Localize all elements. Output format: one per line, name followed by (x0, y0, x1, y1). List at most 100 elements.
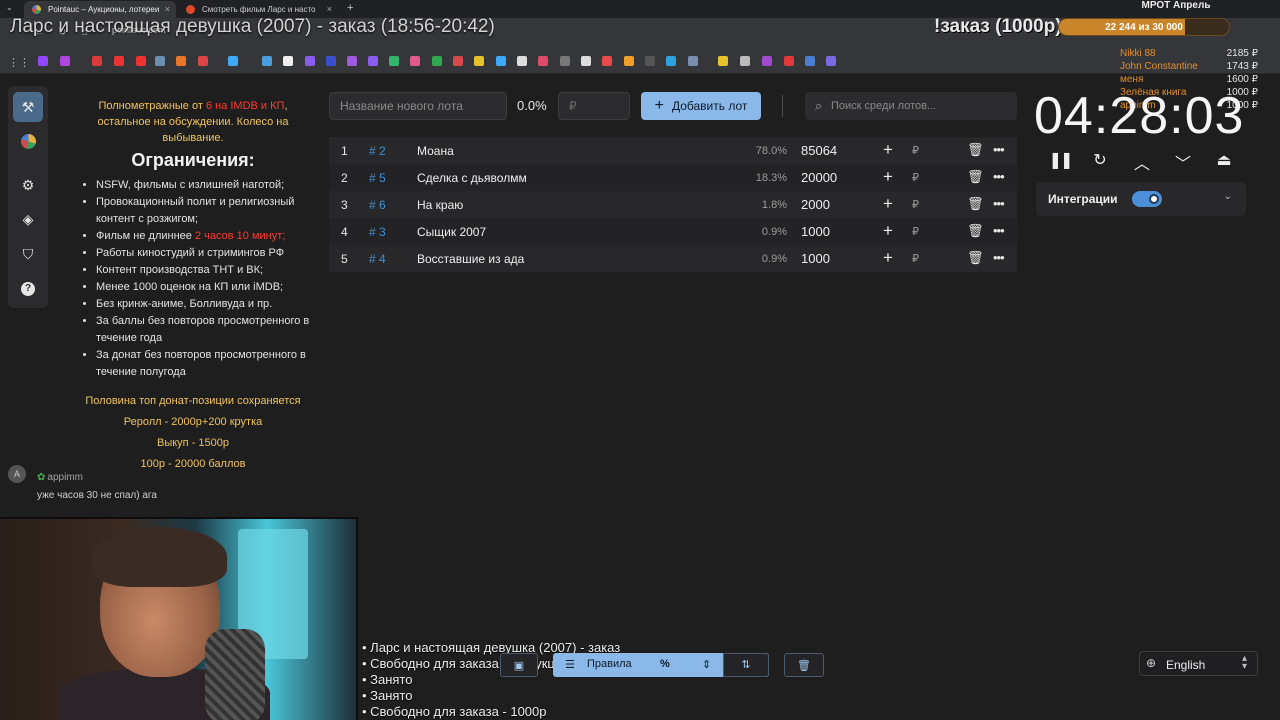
search-input[interactable] (831, 92, 1011, 120)
new-lot-name-input[interactable] (329, 92, 507, 120)
apps-grid-icon[interactable]: ⋮⋮ (8, 56, 30, 69)
add-lot-button[interactable]: + Добавить лот (641, 92, 761, 120)
sidebar-item-auction[interactable]: ⚒ (13, 92, 43, 122)
lot-amount[interactable]: 2000 (801, 197, 830, 212)
table-row[interactable]: 5 # 4 Восставшие из ада 0.9% 1000 + ₽ 🗑 … (329, 245, 1017, 272)
donor-row: John Constantine 1743 ₽ (1120, 60, 1270, 73)
bookmark-icon[interactable] (496, 56, 506, 66)
youtube-bookmark-icon[interactable] (136, 56, 146, 66)
split-icon[interactable]: ⇕ (702, 658, 711, 671)
bookmark-icon[interactable] (740, 56, 750, 66)
bookmark-icon[interactable] (581, 56, 591, 66)
clear-lots-button[interactable]: 🗑 (784, 653, 824, 677)
lot-title[interactable]: Моана (417, 144, 454, 158)
bookmark-icon[interactable] (718, 56, 728, 66)
more-icon[interactable]: ••• (993, 223, 1005, 238)
lot-title[interactable]: Сыщик 2007 (417, 225, 486, 239)
bookmark-icon[interactable] (326, 56, 336, 66)
table-row[interactable]: 3 # 6 На краю 1.8% 2000 + ₽ 🗑 ••• (329, 191, 1017, 218)
new-tab-icon[interactable]: + (347, 2, 353, 14)
bookmark-icon[interactable] (453, 56, 463, 66)
lot-amount[interactable]: 1000 (801, 224, 830, 239)
add-amount-icon[interactable]: + (883, 248, 893, 268)
percent-button[interactable]: % (660, 658, 670, 670)
rules-button[interactable]: Правила (587, 658, 632, 670)
sort-button[interactable]: ⇅ (723, 653, 769, 677)
bookmark-icon[interactable] (688, 56, 698, 66)
trash-icon[interactable]: 🗑 (967, 250, 984, 266)
add-amount-icon[interactable]: + (883, 194, 893, 214)
bookmark-icon[interactable] (368, 56, 378, 66)
sidebar-item-help[interactable]: ? (13, 274, 43, 304)
lot-title[interactable]: На краю (417, 198, 463, 212)
sidebar-item-wheel[interactable] (13, 126, 43, 156)
close-icon[interactable]: × (165, 4, 170, 14)
mail-bookmark-icon[interactable] (176, 56, 186, 66)
bookmark-icon[interactable] (645, 56, 655, 66)
sidebar-item-security[interactable]: ⛉ (13, 239, 43, 269)
sidebar-item-settings[interactable]: ⚙ (13, 170, 43, 200)
chevron-down-icon[interactable]: ﹀ (1171, 150, 1195, 174)
bookmark-icon[interactable] (560, 56, 570, 66)
bookmark-icon[interactable] (92, 56, 102, 66)
rule-item: Контент производства ТНТ и ВК; (96, 262, 310, 279)
integrations-toggle[interactable] (1132, 191, 1162, 207)
lot-title[interactable]: Сделка с дьяволмм (417, 171, 527, 185)
bookmark-icon[interactable] (305, 56, 315, 66)
bookmark-icon[interactable] (262, 56, 272, 66)
more-icon[interactable]: ••• (993, 250, 1005, 265)
close-icon[interactable]: × (327, 4, 332, 14)
chevron-down-icon[interactable]: ⌄ (1224, 191, 1232, 202)
integrations-panel[interactable]: Интеграции ⌄ (1036, 182, 1246, 216)
lot-amount[interactable]: 85064 (801, 143, 837, 158)
trash-icon[interactable]: 🗑 (967, 142, 984, 158)
tab-search-icon[interactable]: ⌄ (6, 3, 13, 12)
bookmark-icon[interactable] (826, 56, 836, 66)
bookmark-icon[interactable] (602, 56, 612, 66)
trash-icon[interactable]: 🗑 (967, 223, 984, 239)
bookmark-icon[interactable] (624, 56, 634, 66)
youtube-bookmark-icon[interactable] (114, 56, 124, 66)
trash-icon[interactable]: 🗑 (967, 196, 984, 212)
bookmark-icon[interactable] (805, 56, 815, 66)
new-lot-amount-input[interactable] (558, 92, 630, 120)
pause-icon[interactable]: ❚❚ (1048, 150, 1074, 174)
bookmark-icon[interactable] (283, 56, 293, 66)
bookmark-icon[interactable] (155, 56, 165, 66)
bookmark-icon[interactable] (517, 56, 527, 66)
bookmark-icon[interactable] (228, 56, 238, 66)
add-amount-icon[interactable]: + (883, 140, 893, 160)
telegram-bookmark-icon[interactable] (666, 56, 676, 66)
rules-icon[interactable]: ☰ (565, 658, 575, 671)
bookmark-icon[interactable] (198, 56, 208, 66)
bookmark-icon[interactable] (784, 56, 794, 66)
more-icon[interactable]: ••• (993, 196, 1005, 211)
toolbar-main-group: ☰ Правила % ⇕ ⇅ (553, 653, 769, 677)
add-amount-icon[interactable]: + (883, 221, 893, 241)
add-amount-icon[interactable]: + (883, 167, 893, 187)
twitch-bookmark-icon[interactable] (38, 56, 48, 66)
restart-icon[interactable]: ↻ (1088, 150, 1112, 174)
eject-icon[interactable]: ⏏ (1212, 150, 1236, 174)
table-row[interactable]: 2 # 5 Сделка с дьяволмм 18.3% 20000 + ₽ … (329, 164, 1017, 191)
trash-icon[interactable]: 🗑 (967, 169, 984, 185)
lot-amount[interactable]: 1000 (801, 251, 830, 266)
bookmark-icon[interactable] (410, 56, 420, 66)
bookmark-icon[interactable] (762, 56, 772, 66)
bookmark-icon[interactable] (538, 56, 548, 66)
bookmark-icon[interactable] (389, 56, 399, 66)
language-select[interactable]: ⊕ English ▴ ▾ (1139, 651, 1258, 676)
table-row[interactable]: 1 # 2 Моана 78.0% 85064 + ₽ 🗑 ••• (329, 137, 1017, 164)
twitch-bookmark-icon[interactable] (60, 56, 70, 66)
more-icon[interactable]: ••• (993, 169, 1005, 184)
image-button[interactable]: ▣ (500, 653, 538, 677)
more-icon[interactable]: ••• (993, 142, 1005, 157)
chevron-up-icon[interactable]: ︿ (1130, 150, 1154, 174)
bookmark-icon[interactable] (432, 56, 442, 66)
table-row[interactable]: 4 # 3 Сыщик 2007 0.9% 1000 + ₽ 🗑 ••• (329, 218, 1017, 245)
lot-amount[interactable]: 20000 (801, 170, 837, 185)
bookmark-icon[interactable] (347, 56, 357, 66)
bookmark-icon[interactable] (474, 56, 484, 66)
lot-title[interactable]: Восставшие из ада (417, 252, 524, 266)
sidebar-item-layers[interactable]: ◈ (13, 204, 43, 234)
